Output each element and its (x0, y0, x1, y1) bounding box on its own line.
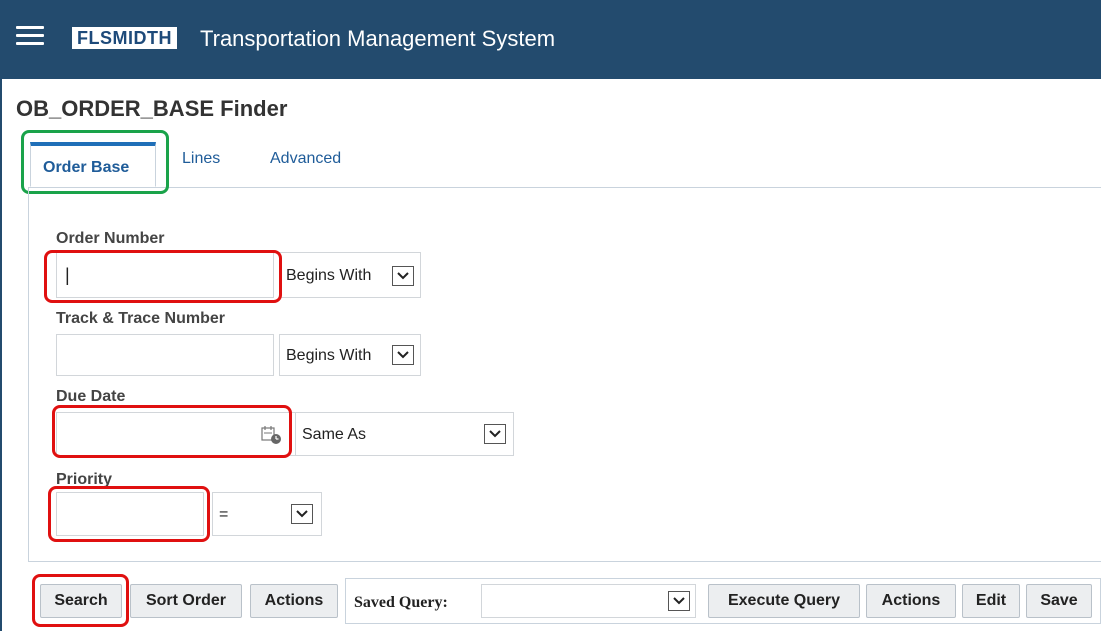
track-trace-operator-select[interactable]: Begins With (279, 334, 421, 376)
priority-label: Priority (56, 471, 113, 488)
chevron-down-icon[interactable] (392, 345, 414, 365)
order-number-operator-select[interactable]: Begins With (279, 252, 421, 298)
due-date-label: Due Date (56, 388, 126, 405)
chevron-down-icon[interactable] (484, 424, 506, 444)
app-header: FLSMIDTH Transportation Management Syste… (0, 0, 1101, 79)
tab-advanced[interactable]: Advanced (270, 150, 341, 168)
priority-operator-select[interactable]: = (212, 492, 322, 536)
page-title: OB_ORDER_BASE Finder (16, 96, 288, 121)
calendar-icon[interactable] (261, 425, 283, 445)
text-cursor: | (65, 265, 70, 285)
button-bar: Search Sort Order Actions Saved Query: E… (0, 574, 1101, 631)
saved-query-select[interactable] (481, 584, 696, 618)
chevron-down-icon[interactable] (668, 591, 690, 611)
edit-button[interactable]: Edit (962, 584, 1020, 618)
order-number-input[interactable]: | (56, 252, 274, 298)
select-value: Begins With (286, 347, 372, 364)
select-value: Same As (302, 426, 367, 443)
chevron-down-icon[interactable] (392, 266, 414, 286)
due-date-input[interactable] (56, 412, 296, 456)
tab-lines[interactable]: Lines (182, 150, 220, 168)
search-button[interactable]: Search (40, 584, 122, 618)
track-trace-input[interactable] (56, 334, 274, 376)
tab-order-base[interactable]: Order Base (30, 142, 156, 187)
track-trace-label: Track & Trace Number (56, 310, 225, 327)
saved-query-actions-button[interactable]: Actions (866, 584, 956, 618)
execute-query-button[interactable]: Execute Query (708, 584, 860, 618)
left-border (0, 79, 2, 631)
due-date-operator-select[interactable]: Same As (295, 412, 514, 456)
actions-button[interactable]: Actions (250, 584, 338, 618)
save-button[interactable]: Save (1026, 584, 1092, 618)
brand-logo: FLSMIDTH (72, 27, 177, 49)
tab-label: Order Base (43, 159, 130, 176)
app-title: Transportation Management System (200, 26, 556, 51)
sort-order-button[interactable]: Sort Order (130, 584, 242, 618)
saved-query-label: Saved Query: (354, 594, 448, 611)
select-value: = (219, 506, 229, 523)
order-number-label: Order Number (56, 230, 165, 247)
select-value: Begins With (286, 267, 372, 284)
hamburger-menu-icon[interactable] (16, 26, 44, 46)
chevron-down-icon[interactable] (291, 504, 313, 524)
priority-input[interactable] (56, 492, 204, 536)
